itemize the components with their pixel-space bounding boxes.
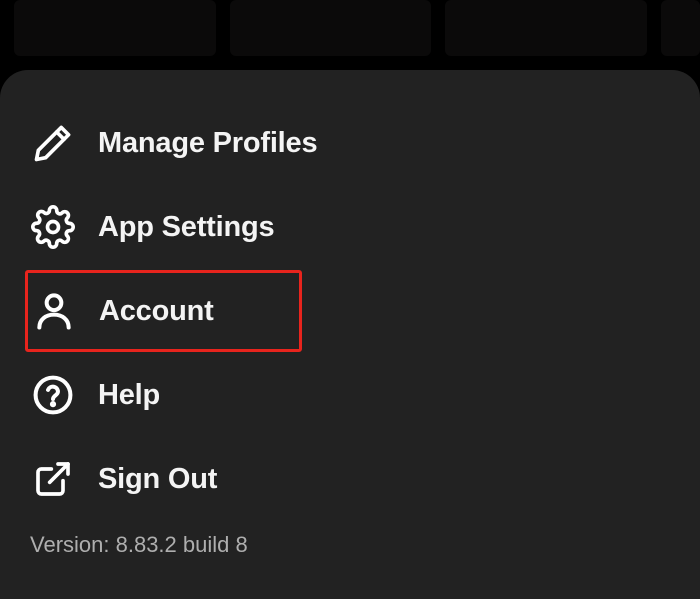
content-thumbnail[interactable] bbox=[230, 0, 432, 56]
menu-item-label: Manage Profiles bbox=[98, 127, 317, 160]
menu-item-sign-out[interactable]: Sign Out bbox=[0, 438, 700, 520]
menu-item-label: App Settings bbox=[98, 211, 274, 244]
menu-item-label: Account bbox=[99, 295, 214, 328]
content-thumbnail[interactable] bbox=[661, 0, 700, 56]
more-menu-sheet: Manage Profiles App Settings Account bbox=[0, 70, 700, 599]
gear-icon bbox=[30, 204, 76, 250]
content-thumbnail[interactable] bbox=[14, 0, 216, 56]
pencil-icon bbox=[30, 120, 76, 166]
menu-item-label: Sign Out bbox=[98, 463, 217, 496]
question-icon bbox=[30, 372, 76, 418]
menu-item-app-settings[interactable]: App Settings bbox=[0, 186, 700, 268]
version-text: Version: 8.83.2 build 8 bbox=[0, 532, 700, 558]
person-icon bbox=[31, 288, 77, 334]
content-thumbnail[interactable] bbox=[445, 0, 647, 56]
menu-item-label: Help bbox=[98, 379, 160, 412]
external-link-icon bbox=[30, 456, 76, 502]
menu-item-account[interactable]: Account bbox=[25, 270, 302, 352]
content-thumbnails-row bbox=[0, 0, 700, 75]
menu-item-manage-profiles[interactable]: Manage Profiles bbox=[0, 102, 700, 184]
menu-item-help[interactable]: Help bbox=[0, 354, 700, 436]
